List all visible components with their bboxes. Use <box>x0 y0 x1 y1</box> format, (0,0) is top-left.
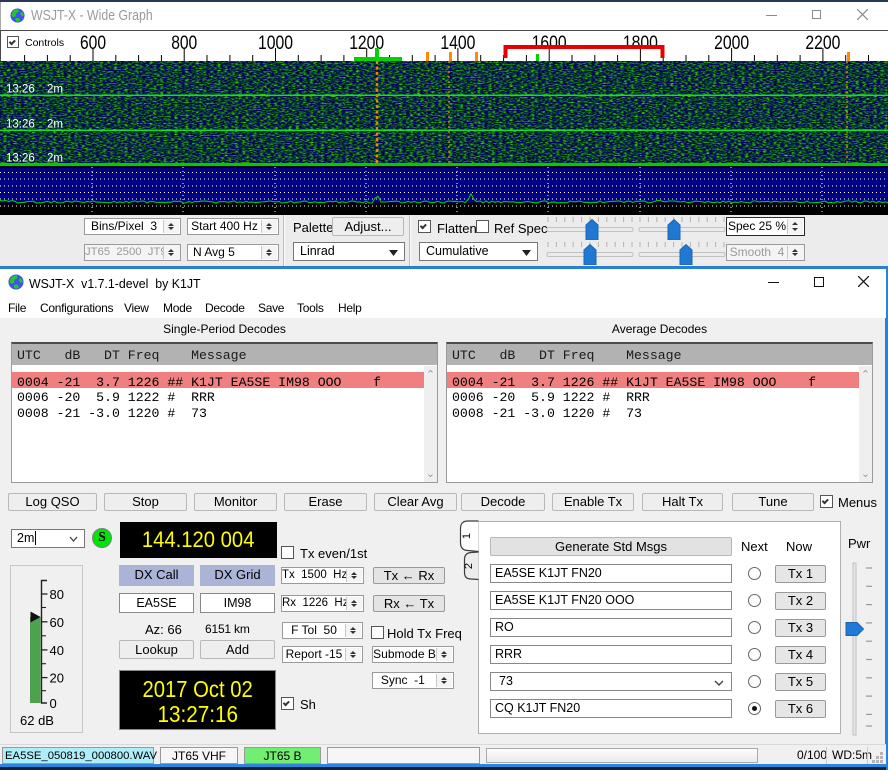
svg-text:1800: 1800 <box>623 33 658 54</box>
svg-text:1600: 1600 <box>532 33 567 54</box>
svg-text:2m: 2m <box>47 84 63 96</box>
svg-text:62 dB: 62 dB <box>20 713 54 728</box>
svg-text:1: 1 <box>461 533 473 539</box>
svg-text:13:26: 13:26 <box>6 119 35 131</box>
svg-text:2200: 2200 <box>805 33 840 54</box>
svg-text:60: 60 <box>50 615 64 630</box>
svg-text:40: 40 <box>50 643 64 658</box>
svg-text:80: 80 <box>50 587 64 602</box>
svg-text:20: 20 <box>50 671 64 686</box>
svg-text:2: 2 <box>463 563 475 569</box>
svg-text:1400: 1400 <box>440 33 475 54</box>
svg-text:13:26: 13:26 <box>6 153 35 165</box>
svg-text:2000: 2000 <box>714 33 749 54</box>
svg-text:2m: 2m <box>47 153 63 165</box>
svg-text:0: 0 <box>50 696 57 711</box>
svg-text:13:26: 13:26 <box>6 84 35 96</box>
svg-text:1000: 1000 <box>258 33 293 54</box>
svg-text:2m: 2m <box>47 119 63 131</box>
svg-text:600: 600 <box>80 33 106 54</box>
svg-text:800: 800 <box>171 33 197 54</box>
